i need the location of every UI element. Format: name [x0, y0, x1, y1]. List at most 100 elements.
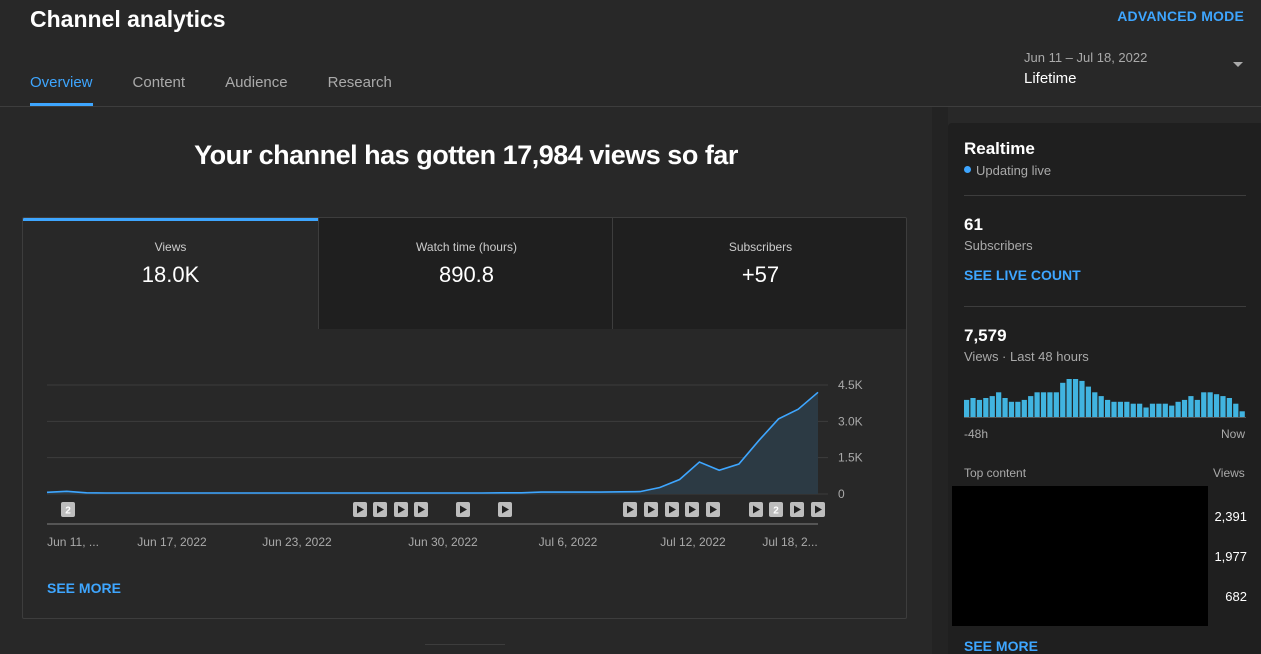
- hour-bar[interactable]: [1175, 401, 1181, 417]
- bars-start-label: -48h: [964, 427, 989, 441]
- hour-bar[interactable]: [1207, 392, 1213, 417]
- hour-bar[interactable]: [1072, 379, 1079, 417]
- video-play-marker[interactable]: [644, 502, 658, 517]
- hour-bar[interactable]: [1226, 398, 1232, 417]
- hour-bar[interactable]: [1162, 403, 1168, 417]
- hour-bar[interactable]: [1220, 396, 1226, 417]
- realtime-views-count: 7,579: [964, 326, 1007, 345]
- hour-bar[interactable]: [1060, 382, 1066, 417]
- y-tick-label: 1.5K: [838, 451, 863, 465]
- hour-bar[interactable]: [1034, 392, 1040, 417]
- x-tick-label: Jul 18, 2...: [762, 535, 817, 549]
- video-play-marker[interactable]: [353, 502, 367, 517]
- hour-bar[interactable]: [1105, 399, 1111, 417]
- hour-bar[interactable]: [1117, 401, 1124, 417]
- hour-bar[interactable]: [1008, 401, 1015, 417]
- hour-bar[interactable]: [976, 399, 983, 417]
- top-content-views: 1,977: [1214, 549, 1247, 564]
- top-content-views: 2,391: [1214, 509, 1247, 524]
- video-play-marker[interactable]: [811, 502, 825, 517]
- hour-bar[interactable]: [1149, 403, 1156, 417]
- hour-bar[interactable]: [964, 399, 970, 417]
- hour-bar[interactable]: [1213, 394, 1220, 417]
- live-dot-icon: [964, 166, 971, 173]
- date-preset-text: Lifetime: [1024, 70, 1077, 87]
- hour-bar[interactable]: [1053, 392, 1059, 417]
- hour-bar[interactable]: [1130, 403, 1136, 417]
- x-tick-label: Jun 17, 2022: [137, 535, 207, 549]
- panel-gutter: [932, 107, 948, 654]
- hour-bar[interactable]: [1137, 403, 1143, 417]
- hour-bar[interactable]: [1002, 398, 1008, 417]
- hour-bar[interactable]: [1188, 396, 1194, 417]
- top-content-views: 682: [1225, 589, 1247, 604]
- views-chart: 4.5K 3.0K 1.5K 0 2 2 Jun 11, ... Jun 17, 2022 Ju…: [46, 378, 863, 549]
- top-content-thumbnails[interactable]: [952, 486, 1208, 626]
- top-views-label: Views: [1213, 466, 1245, 480]
- hour-bar[interactable]: [1040, 392, 1047, 417]
- video-play-marker[interactable]: [414, 502, 428, 517]
- hour-bar[interactable]: [1156, 403, 1162, 417]
- svg-text:2: 2: [65, 506, 71, 517]
- video-play-marker[interactable]: [623, 502, 637, 517]
- hour-bar[interactable]: [1201, 392, 1207, 417]
- y-tick-label: 3.0K: [838, 414, 863, 428]
- hour-bar[interactable]: [1239, 411, 1245, 417]
- video-play-marker[interactable]: [790, 502, 804, 517]
- see-live-count-button[interactable]: SEE LIVE COUNT: [964, 267, 1081, 283]
- video-play-marker[interactable]: [456, 502, 470, 517]
- hour-bar[interactable]: [1021, 399, 1027, 417]
- hour-bar[interactable]: [989, 396, 995, 417]
- subscribers-label: Subscribers: [964, 238, 1033, 253]
- scroll-hint: [425, 644, 505, 645]
- views-area: [47, 392, 818, 494]
- hour-bar[interactable]: [1143, 407, 1149, 418]
- svg-text:2: 2: [773, 506, 779, 517]
- hour-bar[interactable]: [1181, 399, 1188, 417]
- realtime-bar-chart: [964, 379, 1246, 418]
- video-play-marker[interactable]: [706, 502, 720, 517]
- hour-bar[interactable]: [1015, 401, 1021, 417]
- hour-bar[interactable]: [1124, 401, 1130, 417]
- video-play-marker[interactable]: [749, 502, 763, 517]
- realtime-title: Realtime: [964, 139, 1035, 158]
- hour-bar[interactable]: [1066, 379, 1072, 417]
- hour-bar[interactable]: [1092, 392, 1098, 417]
- panel-divider: [964, 306, 1246, 307]
- hour-bar[interactable]: [1098, 396, 1104, 417]
- hour-bar[interactable]: [983, 398, 989, 417]
- x-tick-label: Jun 30, 2022: [408, 535, 478, 549]
- x-tick-label: Jul 6, 2022: [539, 535, 598, 549]
- see-more-button[interactable]: SEE MORE: [47, 580, 121, 596]
- video-play-marker[interactable]: [685, 502, 699, 517]
- hour-bar[interactable]: [1169, 405, 1175, 417]
- realtime-see-more-button[interactable]: SEE MORE: [964, 638, 1038, 654]
- top-content-label: Top content: [964, 466, 1027, 480]
- hour-bar[interactable]: [1111, 401, 1117, 417]
- hour-bar[interactable]: [996, 392, 1002, 417]
- advanced-mode-link[interactable]: ADVANCED MODE: [1117, 8, 1244, 24]
- hour-bar[interactable]: [970, 398, 976, 417]
- hour-bar[interactable]: [1233, 403, 1239, 417]
- upload-count-marker[interactable]: 2: [769, 502, 783, 517]
- x-tick-label: Jun 23, 2022: [262, 535, 332, 549]
- subscribers-count: 61: [964, 215, 983, 234]
- video-play-marker[interactable]: [498, 502, 512, 517]
- hour-bar[interactable]: [1079, 380, 1085, 417]
- caret-down-icon: [1233, 62, 1243, 67]
- video-play-marker[interactable]: [665, 502, 679, 517]
- hour-bar[interactable]: [1028, 396, 1034, 417]
- live-status: Updating live: [976, 163, 1052, 178]
- panel-divider: [964, 195, 1246, 196]
- bars-end-label: Now: [1221, 427, 1246, 441]
- hour-bar[interactable]: [1085, 386, 1091, 417]
- video-play-marker[interactable]: [373, 502, 387, 517]
- video-play-marker[interactable]: [394, 502, 408, 517]
- upload-count-marker[interactable]: 2: [61, 502, 75, 517]
- realtime-views-label: Views · Last 48 hours: [964, 349, 1089, 364]
- hour-bar[interactable]: [1194, 399, 1200, 417]
- x-tick-label: Jul 12, 2022: [660, 535, 726, 549]
- y-tick-label: 4.5K: [838, 378, 863, 392]
- hour-bar[interactable]: [1047, 392, 1053, 417]
- date-range-text: Jun 11 – Jul 18, 2022: [1024, 50, 1148, 65]
